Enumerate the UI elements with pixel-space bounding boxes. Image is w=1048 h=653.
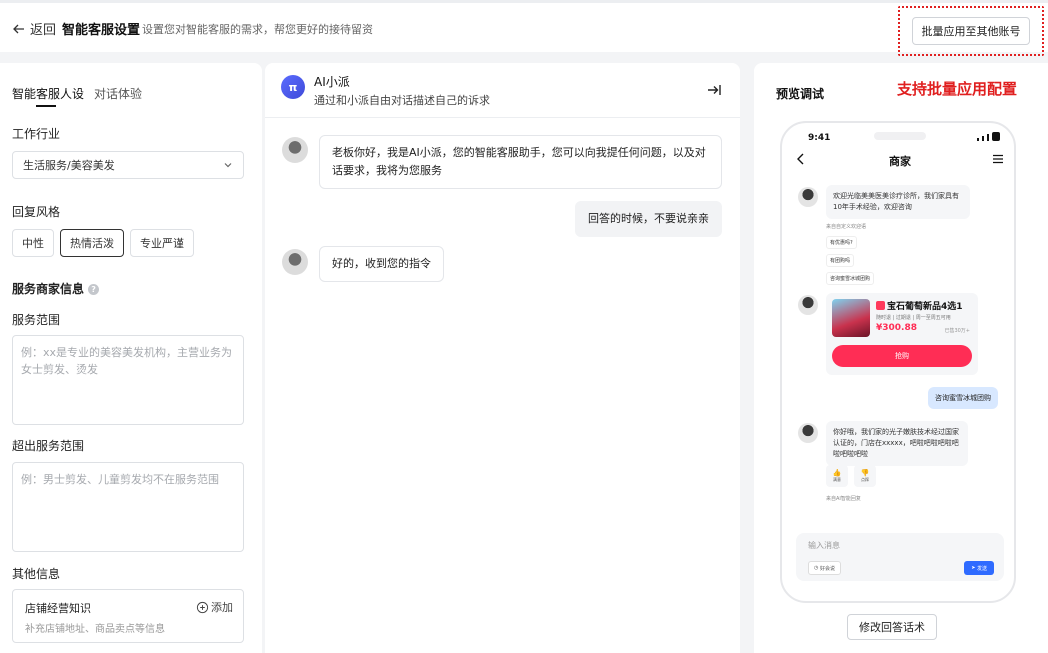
feedback-actions: 👍 满意 👎 点踩 [826, 465, 876, 487]
ai-message-avatar [282, 137, 308, 163]
style-label: 回复风格 [12, 205, 61, 219]
ai-name: AI小派 [314, 75, 350, 89]
scope-textarea[interactable]: 例：xx是专业的美容美发机构，主营业务为女士剪发、烫发 [12, 335, 244, 425]
merchant-avatar [798, 295, 818, 315]
product-image [832, 299, 870, 337]
page-description: 设置您对智能客服的需求，帮您更好的接待留资 [142, 23, 373, 36]
knowledge-title: 店铺经营知识 [25, 602, 91, 615]
phone-input-box[interactable]: 输入消息 ◷ 好会说 ➤ 发送 [796, 533, 1004, 581]
status-bar: 9:41 [782, 123, 1014, 145]
settings-tabs: 智能客服人设 对话体验 [12, 85, 142, 107]
ai-description: 通过和小派自由对话描述自己的诉求 [314, 94, 490, 107]
other-info-label: 其他信息 [12, 567, 61, 581]
user-message: 回答的时候，不要说亲亲 [575, 201, 722, 237]
good-talk-button[interactable]: ◷ 好会说 [808, 561, 841, 575]
product-sold: 已售30万+ [944, 328, 970, 334]
quick-question-chip[interactable]: 有团购吗 [826, 254, 855, 267]
scope-label: 服务范围 [12, 313, 61, 327]
knowledge-card[interactable]: 店铺经营知识 添加 补充店铺地址、商品卖点等信息 [12, 589, 244, 643]
settings-panel: 智能客服人设 对话体验 工作行业 生活服务/美容美发 回复风格 中性 热情活泼 … [0, 63, 262, 653]
collapse-icon[interactable] [706, 82, 722, 98]
tab-persona[interactable]: 智能客服人设 [12, 85, 84, 107]
style-neutral-button[interactable]: 中性 [12, 229, 54, 257]
notch [874, 132, 926, 140]
like-button[interactable]: 👍 满意 [826, 465, 848, 487]
out-scope-textarea[interactable]: 例：男士剪发、儿童剪发均不在服务范围 [12, 462, 244, 552]
industry-label: 工作行业 [12, 127, 61, 141]
tuan-badge-icon [876, 301, 885, 310]
ai-chat-panel: π AI小派 通过和小派自由对话描述自己的诉求 老板你好，我是AI小派，您的智能… [265, 63, 740, 653]
arrow-left-icon [13, 24, 24, 33]
phone-preview: 9:41 商家 欢迎光临美美医美诊疗诊所，我们家具有10年手术经验，欢迎咨询 来… [780, 121, 1016, 603]
preview-title: 预览调试 [776, 87, 825, 101]
merchant-info-heading: 服务商家信息? [12, 280, 100, 297]
edit-reply-button[interactable]: 修改回答话术 [847, 614, 937, 640]
ai-avatar: π [281, 75, 305, 99]
chevron-down-icon [224, 163, 232, 168]
out-scope-label: 超出服务范围 [12, 439, 85, 453]
signal-icon [977, 132, 1000, 141]
dislike-button[interactable]: 👎 点踩 [854, 465, 876, 487]
thumbs-down-icon: 👎 [860, 469, 870, 477]
quick-question-chip[interactable]: 有优惠吗? [826, 236, 857, 249]
knowledge-subtitle: 补充店铺地址、商品卖点等信息 [25, 624, 165, 635]
preview-panel: 预览调试 支持批量应用配置 9:41 商家 欢迎光临美美医美诊疗诊所，我们家具有… [754, 63, 1048, 653]
merchant-info-label: 服务商家信息 [12, 282, 85, 296]
quick-question-chip[interactable]: 咨询蜜雪冰城团购 [826, 272, 875, 285]
ai-reply: 你好哦，我们家的光子嫩肤技术经过国家认证的，门店在xxxxx，吧啦吧啦吧啦吧啦吧… [826, 421, 968, 466]
ai-message: 老板你好，我是AI小派，您的智能客服助手，您可以向我提任何问题，以及对话要求，我… [319, 135, 722, 189]
style-professional-button[interactable]: 专业严谨 [130, 229, 194, 257]
batch-note: 支持批量应用配置 [897, 80, 1018, 98]
product-card[interactable]: 宝石葡萄新品4选1 随时退 | 过期退 | 周一至周五可用 ¥300.88 已售… [826, 293, 978, 375]
buy-button[interactable]: 抢购 [832, 345, 972, 367]
industry-value: 生活服务/美容美发 [23, 159, 115, 172]
ai-message-avatar [282, 249, 308, 275]
product-name: 宝石葡萄新品4选1 [876, 299, 963, 312]
style-options: 中性 热情活泼 专业严谨 [12, 229, 194, 257]
product-tags: 随时退 | 过期退 | 周一至周五可用 [876, 315, 951, 321]
merchant-avatar [798, 423, 818, 443]
welcome-message: 欢迎光临美美医美诊疗诊所，我们家具有10年手术经验，欢迎咨询 [826, 185, 970, 219]
back-label: 返回 [30, 23, 57, 38]
batch-apply-button[interactable]: 批量应用至其他账号 [912, 17, 1030, 45]
phone-nav-title: 商家 [889, 155, 911, 168]
welcome-tag: 来自自定义欢迎语 [826, 224, 867, 230]
tab-dialog-experience[interactable]: 对话体验 [94, 85, 142, 102]
status-time: 9:41 [808, 133, 831, 143]
menu-icon[interactable] [992, 153, 1004, 165]
batch-highlight: 批量应用至其他账号 [898, 6, 1044, 56]
message-input[interactable]: 输入消息 [808, 540, 840, 551]
page-title: 智能客服设置 [62, 23, 141, 38]
plus-circle-icon [196, 601, 209, 613]
product-price: ¥300.88 [876, 323, 917, 333]
phone-nav: 商家 [782, 149, 1014, 171]
chat-header: π AI小派 通过和小派自由对话描述自己的诉求 [265, 63, 740, 118]
customer-message: 咨询蜜雪冰城团购 [928, 387, 998, 409]
top-bar: 返回 智能客服设置 设置您对智能客服的需求，帮您更好的接待留资 批量应用至其他账… [0, 0, 1048, 56]
back-button[interactable]: 返回 [12, 19, 56, 38]
knowledge-add-label: 添加 [211, 601, 233, 614]
ai-message: 好的，收到您的指令 [319, 246, 444, 282]
style-lively-button[interactable]: 热情活泼 [60, 229, 124, 257]
industry-select[interactable]: 生活服务/美容美发 [12, 151, 244, 179]
help-icon[interactable]: ? [88, 284, 100, 295]
reply-tag: 来自AI智能回复 [826, 496, 861, 502]
merchant-avatar [798, 187, 818, 207]
thumbs-up-icon: 👍 [832, 469, 842, 477]
knowledge-add-button[interactable]: 添加 [196, 599, 233, 615]
send-button[interactable]: ➤ 发送 [964, 561, 994, 575]
